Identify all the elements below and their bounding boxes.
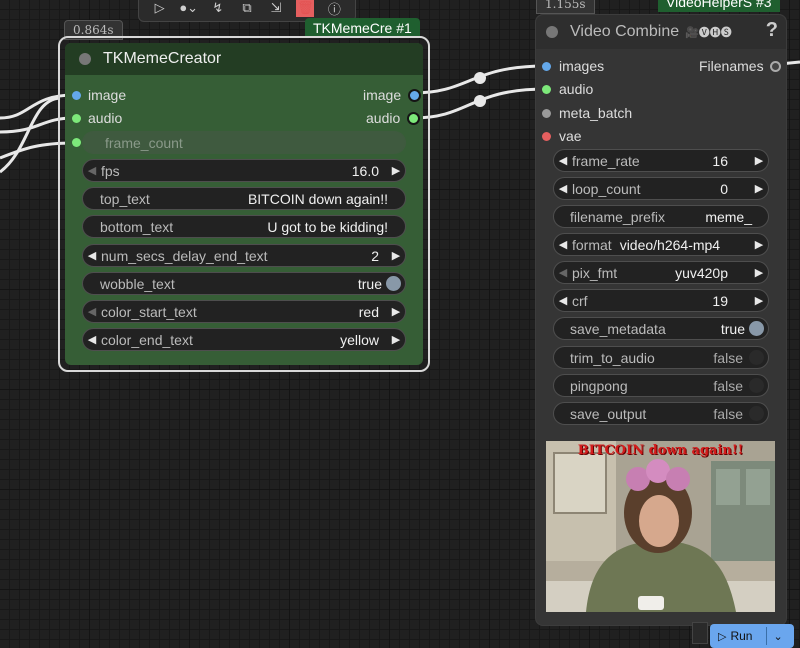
fps-widget[interactable]: ◀ fps 16.0 ▶	[82, 159, 406, 182]
chevron-down-icon[interactable]: ⌄	[773, 630, 782, 643]
node2-id-badge: VideoHelperS #3	[658, 0, 780, 12]
format-widget[interactable]: ◀ format video/h264-mp4 ▶	[553, 233, 769, 256]
image-slot-icon[interactable]	[72, 90, 81, 100]
meta-batch-slot-icon[interactable]	[542, 108, 551, 118]
trim-to-audio-toggle[interactable]: trim_to_audio false	[553, 346, 769, 369]
node1-id-badge: TKMemeCre #1	[305, 18, 420, 38]
node2-input-meta-batch[interactable]: meta_batch	[542, 105, 632, 121]
color-start-text-widget[interactable]: ◀ color_start_text red ▶	[82, 300, 406, 323]
decrement-arrow-icon[interactable]: ◀	[554, 294, 572, 307]
frame-count-input-dot[interactable]	[72, 138, 81, 147]
queue-panel-edge	[692, 622, 708, 644]
pix-fmt-widget[interactable]: ◀ pix_fmt yuv420p ▶	[553, 261, 769, 284]
frame-rate-widget[interactable]: ◀ frame_rate 16 ▶	[553, 149, 769, 172]
preview-caption: BITCOIN down again!!	[577, 443, 744, 458]
play-icon: ▷	[718, 630, 727, 643]
bottom-text-widget[interactable]: bottom_text U got to be kidding!	[82, 215, 406, 238]
decrement-arrow-icon[interactable]: ◀	[83, 164, 101, 177]
image-output-icon[interactable]	[408, 88, 422, 102]
collapse-icon[interactable]: ⇲	[267, 0, 285, 17]
filename-prefix-widget[interactable]: filename_prefix meme_	[553, 205, 769, 228]
increment-arrow-icon[interactable]: ▶	[750, 266, 768, 279]
play-icon[interactable]: ▷	[151, 0, 169, 17]
save-metadata-toggle[interactable]: save_metadata true	[553, 317, 769, 340]
loop-count-widget[interactable]: ◀ loop_count 0 ▶	[553, 177, 769, 200]
increment-arrow-icon[interactable]: ▶	[750, 238, 768, 251]
node2-input-images[interactable]: images	[542, 58, 604, 74]
wobble-text-toggle[interactable]: wobble_text true	[82, 272, 406, 295]
collapse-dot-icon[interactable]	[79, 53, 91, 65]
filenames-output-icon[interactable]	[769, 60, 781, 72]
run-button[interactable]: ▷ Run ⌄	[710, 624, 794, 648]
increment-arrow-icon[interactable]: ▶	[387, 333, 405, 346]
color-circle-icon[interactable]: ●⌄	[179, 0, 198, 17]
node2-input-vae[interactable]: vae	[542, 128, 582, 144]
decrement-arrow-icon[interactable]: ◀	[83, 249, 101, 262]
increment-arrow-icon[interactable]: ▶	[750, 294, 768, 307]
increment-arrow-icon[interactable]: ▶	[750, 154, 768, 167]
vhs-badge-icon: 🎥🅥🅗🅢	[685, 27, 732, 39]
toggle-knob-icon[interactable]	[386, 276, 401, 291]
toggle-knob-icon[interactable]	[749, 378, 764, 393]
audio-output-icon[interactable]	[407, 111, 421, 125]
audio-slot-icon[interactable]	[542, 84, 551, 94]
help-icon[interactable]: ?	[766, 19, 778, 42]
node1-input-audio[interactable]: audio	[72, 110, 122, 126]
save-output-toggle[interactable]: save_output false	[553, 402, 769, 425]
increment-arrow-icon[interactable]: ▶	[387, 164, 405, 177]
node2-time-badge: 1.155s	[536, 0, 595, 14]
top-text-widget[interactable]: top_text BITCOIN down again!!	[82, 187, 406, 210]
decrement-arrow-icon[interactable]: ◀	[554, 182, 572, 195]
node1-input-image[interactable]: image	[72, 87, 126, 103]
collapse-dot-icon[interactable]	[546, 26, 558, 38]
preview-scene-image	[546, 441, 775, 612]
pin-icon[interactable]: ⧉	[238, 0, 256, 17]
toggle-knob-icon[interactable]	[749, 321, 764, 336]
decrement-arrow-icon[interactable]: ◀	[554, 154, 572, 167]
crf-widget[interactable]: ◀ crf 19 ▶	[553, 289, 769, 312]
increment-arrow-icon[interactable]: ▶	[750, 182, 768, 195]
node2-output-filenames[interactable]: Filenames	[699, 58, 781, 74]
num-secs-delay-widget[interactable]: ◀ num_secs_delay_end_text 2 ▶	[82, 244, 406, 267]
increment-arrow-icon[interactable]: ▶	[387, 249, 405, 262]
toggle-knob-icon[interactable]	[749, 406, 764, 421]
node1-title-bar[interactable]: TKMemeCreator	[65, 43, 423, 75]
node1-title: TKMemeCreator	[103, 50, 222, 67]
frame-count-widget[interactable]: frame_count	[82, 131, 406, 154]
node2-input-audio[interactable]: audio	[542, 81, 593, 97]
help-icon[interactable]: ⓘ	[325, 0, 343, 17]
toggle-knob-icon[interactable]	[749, 350, 764, 365]
vae-slot-icon[interactable]	[542, 131, 551, 141]
decrement-arrow-icon[interactable]: ◀	[554, 266, 572, 279]
decrement-arrow-icon[interactable]: ◀	[83, 305, 101, 318]
video-preview[interactable]: BITCOIN down again!!	[546, 441, 775, 612]
node1-output-audio[interactable]: audio	[366, 110, 421, 126]
node1-output-image[interactable]: image	[363, 87, 422, 103]
increment-arrow-icon[interactable]: ▶	[387, 305, 405, 318]
delete-icon[interactable]: 🗑	[296, 0, 315, 17]
bypass-icon[interactable]: ↯	[209, 0, 227, 17]
images-slot-icon[interactable]	[542, 61, 551, 71]
pingpong-toggle[interactable]: pingpong false	[553, 374, 769, 397]
decrement-arrow-icon[interactable]: ◀	[554, 238, 572, 251]
decrement-arrow-icon[interactable]: ◀	[83, 333, 101, 346]
node2-title-bar[interactable]: Video Combine 🎥🅥🅗🅢	[536, 15, 786, 49]
color-end-text-widget[interactable]: ◀ color_end_text yellow ▶	[82, 328, 406, 351]
audio-slot-icon[interactable]	[72, 113, 81, 123]
